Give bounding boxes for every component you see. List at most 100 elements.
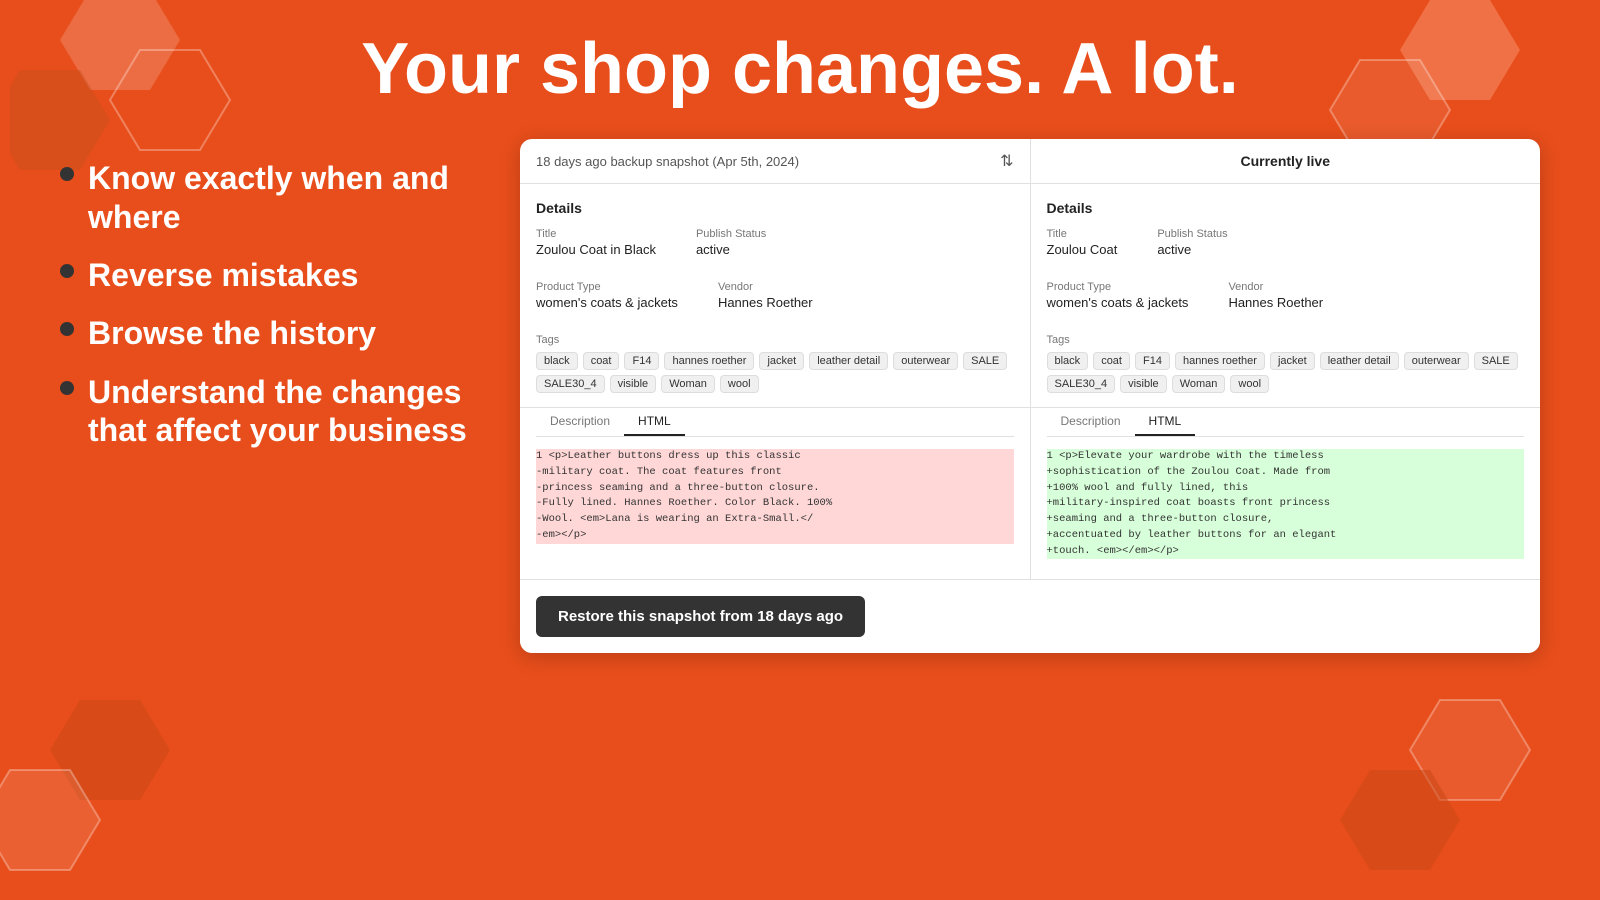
comparison-panel: 18 days ago backup snapshot (Apr 5th, 20… [520, 139, 1540, 653]
right-publish-label: Publish Status [1157, 228, 1227, 240]
code-line: +sophistication of the Zoulou Coat. Made… [1047, 465, 1525, 481]
left-tab-html[interactable]: HTML [624, 408, 685, 436]
currently-live-label: Currently live [1241, 153, 1330, 169]
code-line: +seaming and a three-button closure, [1047, 512, 1525, 528]
left-title-value: Zoulou Coat in Black [536, 242, 656, 257]
tag: SALE [963, 352, 1007, 370]
right-section-title: Details [1047, 200, 1525, 216]
right-fields-row-1: Title Zoulou Coat Publish Status active [1047, 228, 1525, 269]
left-publish-group: Publish Status active [696, 228, 766, 257]
tag: hannes roether [664, 352, 754, 370]
left-title-label: Title [536, 228, 656, 240]
tag: SALE [1474, 352, 1518, 370]
right-vendor-label: Vendor [1228, 281, 1323, 293]
right-desc-tabs: Description HTML [1047, 408, 1525, 437]
tag: SALE30_4 [1047, 375, 1116, 393]
right-producttype-value: women's coats & jackets [1047, 295, 1189, 310]
right-vendor-group: Vendor Hannes Roether [1228, 281, 1323, 310]
tag: wool [1230, 375, 1269, 393]
left-desc-section: Description HTML 1 <p>Leather buttons dr… [520, 407, 1030, 548]
tag: hannes roether [1175, 352, 1265, 370]
left-section-title: Details [536, 200, 1014, 216]
code-line: -Fully lined. Hannes Roether. Color Blac… [536, 496, 1014, 512]
main-title: Your shop changes. A lot. [60, 30, 1540, 109]
bullet-list: Know exactly when and where Reverse mist… [60, 139, 480, 449]
left-producttype-group: Product Type women's coats & jackets [536, 281, 678, 310]
right-publish-value: active [1157, 242, 1227, 257]
tag: black [1047, 352, 1089, 370]
panel-header-left: 18 days ago backup snapshot (Apr 5th, 20… [520, 139, 1031, 183]
left-vendor-group: Vendor Hannes Roether [718, 281, 813, 310]
panel-header-right: Currently live [1031, 139, 1541, 183]
right-code-block: 1 <p>Elevate your wardrobe with the time… [1047, 445, 1525, 563]
right-tab-description[interactable]: Description [1047, 408, 1135, 436]
left-tags-section: Tags blackcoatF14hannes roetherjacketlea… [536, 334, 1014, 393]
left-publish-value: active [696, 242, 766, 257]
code-line: +100% wool and fully lined, this [1047, 481, 1525, 497]
left-title-group: Title Zoulou Coat in Black [536, 228, 656, 257]
bullet-text-3: Browse the history [88, 314, 376, 352]
bullet-text-1: Know exactly when and where [88, 159, 480, 236]
tag: leather detail [1320, 352, 1399, 370]
left-fields-row-2: Product Type women's coats & jackets Ven… [536, 281, 1014, 322]
left-vendor-value: Hannes Roether [718, 295, 813, 310]
panel-body: Details Title Zoulou Coat in Black Publi… [520, 184, 1540, 579]
code-line: 1 <p>Elevate your wardrobe with the time… [1047, 449, 1525, 465]
right-title-value: Zoulou Coat [1047, 242, 1118, 257]
bullet-dot-4 [60, 381, 74, 395]
bullet-item-1: Know exactly when and where [60, 159, 480, 236]
tag: outerwear [893, 352, 958, 370]
left-tab-description[interactable]: Description [536, 408, 624, 436]
tag: jacket [1270, 352, 1315, 370]
code-line: -em></p> [536, 528, 1014, 544]
right-title-group: Title Zoulou Coat [1047, 228, 1118, 257]
arrows-icon: ⇅ [1000, 151, 1013, 171]
right-tags-row: blackcoat F14 hannes roether jacket leather … [1047, 352, 1525, 393]
tag: black [536, 352, 578, 370]
bullet-text-4: Understand the changes that affect your … [88, 373, 480, 450]
bullet-dot-2 [60, 264, 74, 278]
left-producttype-label: Product Type [536, 281, 678, 293]
left-desc-tabs: Description HTML [536, 408, 1014, 437]
bullet-item-4: Understand the changes that affect your … [60, 373, 480, 450]
code-line: +accentuated by leather buttons for an e… [1047, 528, 1525, 544]
tag: outerwear [1404, 352, 1469, 370]
bullet-text-2: Reverse mistakes [88, 256, 358, 294]
code-line: -military coat. The coat features front [536, 465, 1014, 481]
left-publish-label: Publish Status [696, 228, 766, 240]
tag: jacket [759, 352, 804, 370]
snapshot-label: 18 days ago backup snapshot (Apr 5th, 20… [536, 154, 799, 169]
right-publish-group: Publish Status active [1157, 228, 1227, 257]
left-fields-row-1: Title Zoulou Coat in Black Publish Statu… [536, 228, 1014, 269]
tag: coat [583, 352, 620, 370]
restore-button[interactable]: Restore this snapshot from 18 days ago [536, 596, 865, 637]
left-tags-label: Tags [536, 334, 1014, 346]
bullet-item-3: Browse the history [60, 314, 480, 352]
restore-btn-container: Restore this snapshot from 18 days ago [520, 579, 1540, 653]
right-title-label: Title [1047, 228, 1118, 240]
tag: leather detail [809, 352, 888, 370]
right-vendor-value: Hannes Roether [1228, 295, 1323, 310]
left-vendor-label: Vendor [718, 281, 813, 293]
bullet-item-2: Reverse mistakes [60, 256, 480, 294]
left-code-block: 1 <p>Leather buttons dress up this class… [536, 445, 1014, 548]
left-producttype-value: women's coats & jackets [536, 295, 678, 310]
code-line: +touch. <em></em></p> [1047, 544, 1525, 560]
tag: Woman [1172, 375, 1226, 393]
tag: wool [720, 375, 759, 393]
right-tab-html[interactable]: HTML [1135, 408, 1196, 436]
right-fields-row-2: Product Type women's coats & jackets Ven… [1047, 281, 1525, 322]
right-producttype-label: Product Type [1047, 281, 1189, 293]
tag: Woman [661, 375, 715, 393]
tag: coat [1093, 352, 1130, 370]
bullet-dot-1 [60, 167, 74, 181]
tag: visible [610, 375, 657, 393]
tag: F14 [1135, 352, 1170, 370]
code-line: +military-inspired coat boasts front pri… [1047, 496, 1525, 512]
right-producttype-group: Product Type women's coats & jackets [1047, 281, 1189, 310]
code-line: 1 <p>Leather buttons dress up this class… [536, 449, 1014, 465]
panel-header: 18 days ago backup snapshot (Apr 5th, 20… [520, 139, 1540, 184]
right-desc-section: Description HTML 1 <p>Elevate your wardr… [1031, 407, 1541, 563]
code-line: -Wool. <em>Lana is wearing an Extra-Smal… [536, 512, 1014, 528]
bullet-dot-3 [60, 322, 74, 336]
